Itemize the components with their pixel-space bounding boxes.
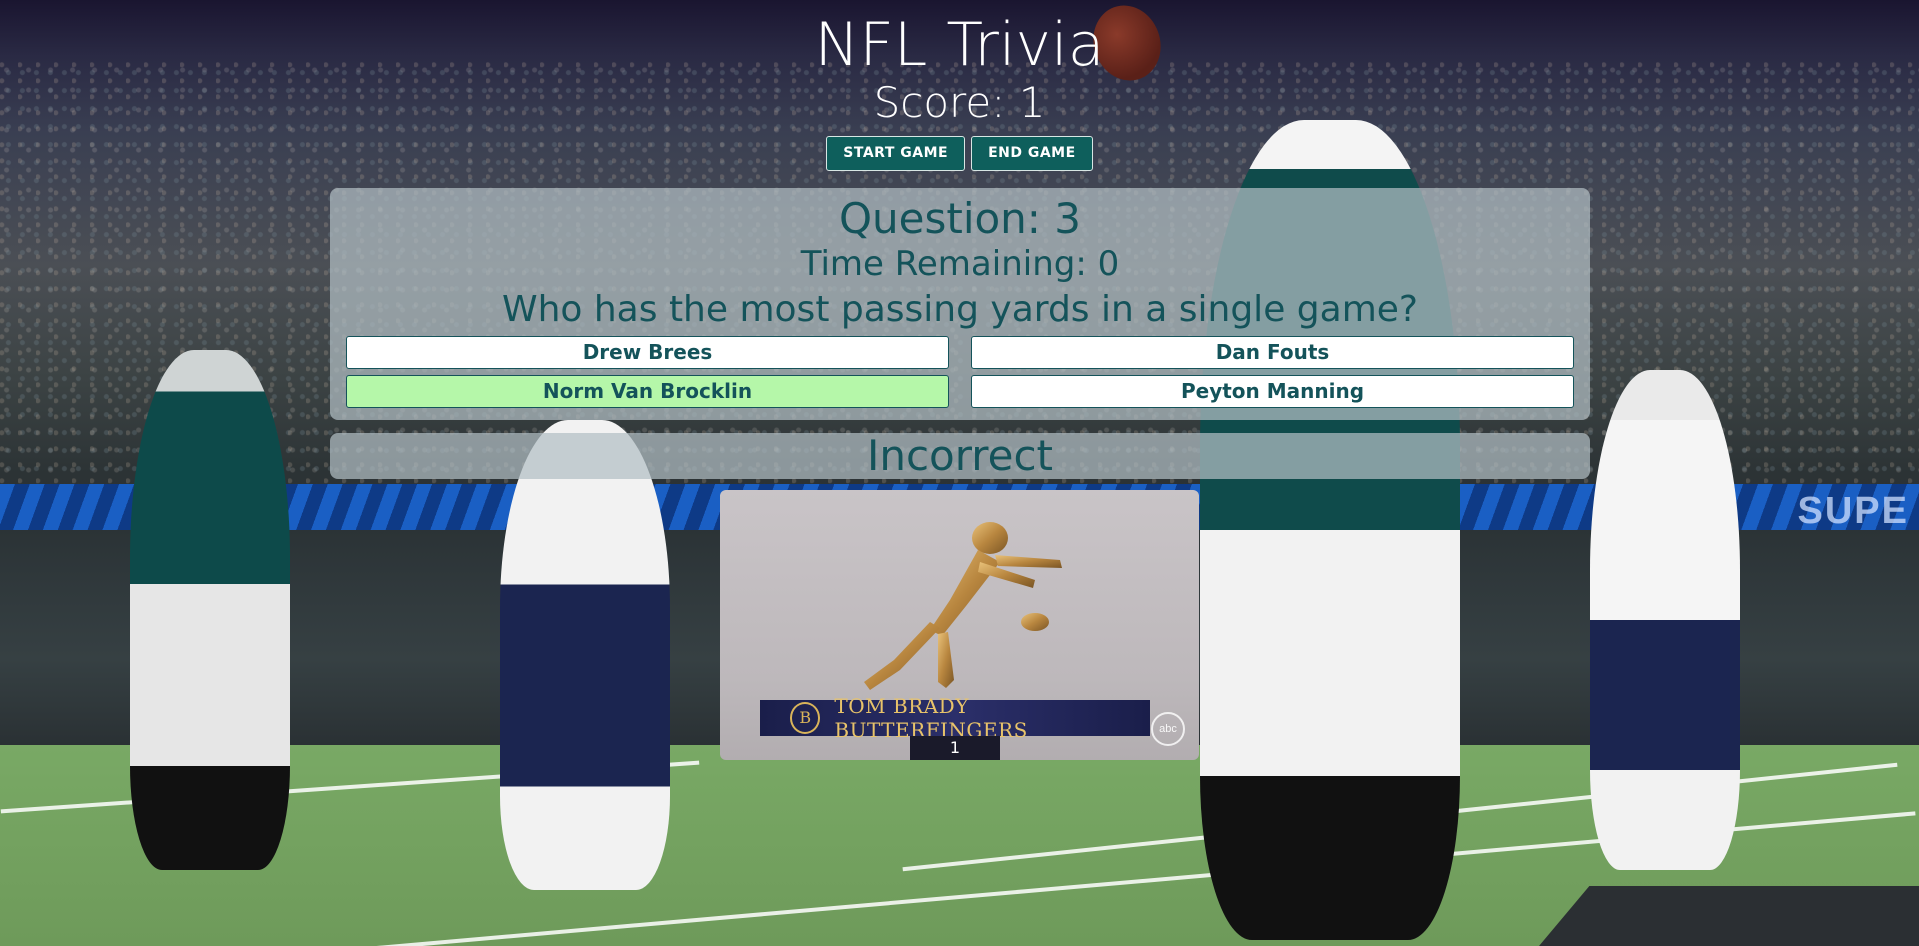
- trivia-page: SUPE NFL Trivia Score: 1 START GAME END …: [0, 0, 1919, 946]
- trophy-banner: B TOM BRADY BUTTERFINGERS: [760, 694, 1150, 742]
- question-text: Who has the most passing yards in a sing…: [501, 289, 1419, 330]
- network-logo-badge: abc: [1151, 712, 1185, 746]
- player-eagles-86: [130, 350, 290, 870]
- question-number: Question: 3: [838, 194, 1082, 243]
- time-remaining: Time Remaining: 0: [800, 244, 1120, 284]
- result-panel: Incorrect: [330, 433, 1590, 479]
- answer-option-norm-van-brocklin[interactable]: Norm Van Brocklin: [346, 375, 949, 408]
- banner-caption: TOM BRADY BUTTERFINGERS: [834, 694, 1028, 742]
- endzone-paint: [1539, 886, 1919, 946]
- answer-option-drew-brees[interactable]: Drew Brees: [346, 336, 949, 369]
- answer-grid: Drew Brees Dan Fouts Norm Van Brocklin P…: [346, 336, 1590, 408]
- answer-option-dan-fouts[interactable]: Dan Fouts: [971, 336, 1574, 369]
- player-patriots-55: [500, 420, 670, 890]
- result-text: Incorrect: [866, 431, 1054, 480]
- banner-logo: B: [790, 702, 821, 734]
- player-patriots-70: [1590, 370, 1740, 870]
- page-title: NFL Trivia: [814, 10, 1105, 80]
- end-game-button[interactable]: END GAME: [971, 136, 1093, 171]
- ribbon-board-text: SUPE: [1797, 490, 1909, 532]
- answer-option-peyton-manning[interactable]: Peyton Manning: [971, 375, 1574, 408]
- game-controls: START GAME END GAME: [0, 136, 1919, 171]
- butterfingers-trophy-image: [864, 522, 1062, 690]
- question-panel: Question: 3 Time Remaining: 0 Who has th…: [330, 188, 1590, 420]
- score-display: Score: 1: [873, 78, 1046, 127]
- result-gif: B TOM BRADY BUTTERFINGERS abc 1: [720, 490, 1199, 760]
- start-game-button[interactable]: START GAME: [826, 136, 966, 171]
- trophy-pedestal: 1: [910, 736, 1000, 760]
